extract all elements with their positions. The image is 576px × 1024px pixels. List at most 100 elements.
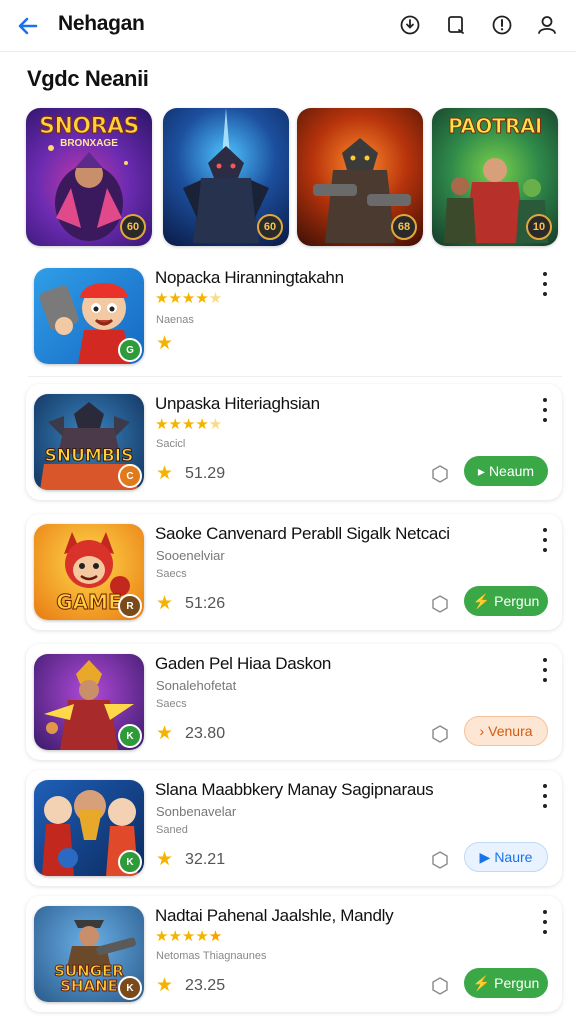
rating-row: ★ 23.25 — [156, 974, 225, 997]
game-thumbnail-badge: G — [118, 338, 142, 362]
hexagon-icon — [432, 465, 448, 483]
rating-value: 51:26 — [185, 594, 226, 612]
game-thumbnail: K — [34, 654, 144, 750]
hexagon-icon — [432, 725, 448, 743]
rating-row: ★ 51.29 — [156, 462, 225, 485]
game-list-item[interactable]: G Nopacka Hiranningtakahn ★★★★★ Naenas ★ — [26, 258, 562, 374]
game-list-item[interactable]: K Slana Maabbkery Manay Sagipnaraus Sonb… — [26, 770, 562, 886]
hexagon-icon — [432, 977, 448, 995]
share-button[interactable] — [430, 464, 450, 484]
rating-row: ★ — [156, 332, 173, 355]
game-title: Nopacka Hiranningtakahn — [155, 268, 344, 287]
game-list-item[interactable]: GAME R Saoke Canvenard Perabll Sigalk Ne… — [26, 514, 562, 630]
star-icon: ★ — [156, 723, 174, 744]
star-icon: ★ — [156, 975, 174, 996]
info-button[interactable] — [487, 10, 517, 40]
star-icon: ★ — [156, 593, 174, 614]
more-options-button[interactable] — [538, 658, 552, 682]
more-options-button[interactable] — [538, 398, 552, 422]
rating-stars: ★★★★★ — [155, 290, 223, 307]
download-icon — [400, 15, 420, 35]
action-button[interactable]: ▶ Naure — [464, 842, 548, 872]
back-button[interactable] — [12, 10, 44, 42]
featured-tile[interactable]: 60 — [163, 108, 289, 246]
game-thumbnail-badge: C — [118, 464, 142, 488]
download-button[interactable] — [395, 10, 425, 40]
more-options-button[interactable] — [538, 910, 552, 934]
game-title: Saoke Canvenard Perabll Sigalk Netcaci — [155, 524, 450, 543]
game-category: Saecs — [156, 698, 187, 710]
section-title: Vgdc Neanii — [27, 66, 149, 91]
star-icon: ★ — [156, 463, 174, 484]
star-icon: ★ — [156, 333, 174, 354]
featured-tile-badge: 60 — [120, 214, 146, 240]
hexagon-icon — [432, 595, 448, 613]
game-subtitle: Sooenelviar — [156, 548, 225, 563]
action-button[interactable]: ⚡ Pergun — [464, 968, 548, 998]
rating-stars: ★★★★★ — [155, 928, 223, 945]
more-options-button[interactable] — [538, 272, 552, 296]
bookmark-button[interactable] — [441, 10, 471, 40]
action-button[interactable]: › Venura — [464, 716, 548, 746]
bolt-icon: ⚡ — [472, 974, 491, 991]
game-title: Slana Maabbkery Manay Sagipnaraus — [155, 780, 434, 799]
rating-value: 32.21 — [185, 850, 226, 868]
share-button[interactable] — [430, 594, 450, 614]
share-button[interactable] — [430, 850, 450, 870]
game-thumbnail-badge: R — [118, 594, 142, 618]
rating-row: ★ 23.80 — [156, 722, 225, 745]
profile-button[interactable] — [532, 10, 562, 40]
game-category: Saecs — [156, 568, 187, 580]
game-list-item[interactable]: SNUMBIS C Unpaska Hiteriaghsian ★★★★★ Sa… — [26, 384, 562, 500]
game-list-item[interactable]: SUNGER SHANE K Nadtai Pahenal Jaalshle, … — [26, 896, 562, 1012]
featured-tile-title: SNORAS — [39, 114, 140, 140]
game-subtitle: Netomas Thiagnaunes — [156, 950, 267, 962]
page-title: Nehagan — [58, 12, 145, 35]
game-thumbnail: SUNGER SHANE K — [34, 906, 144, 1002]
divider — [28, 376, 562, 377]
game-category: Sacicl — [156, 438, 186, 450]
game-thumbnail-badge: K — [118, 976, 142, 1000]
app-bar: Nehagan — [0, 0, 576, 52]
game-title: Nadtai Pahenal Jaalshle, Mandly — [155, 906, 394, 925]
game-thumbnail: K — [34, 780, 144, 876]
share-button[interactable] — [430, 724, 450, 744]
featured-tile[interactable]: PAOTRAI 10 — [432, 108, 558, 246]
featured-tile[interactable]: SNORAS BRONXAGE 60 — [26, 108, 152, 246]
rating-value: 23.80 — [185, 724, 226, 742]
game-list-item[interactable]: K Gaden Pel Hiaa Daskon Sonalehofetat Sa… — [26, 644, 562, 760]
bookmark-icon — [448, 16, 464, 34]
game-thumbnail: GAME R — [34, 524, 144, 620]
game-thumbnail-badge: K — [118, 850, 142, 874]
profile-icon — [538, 16, 556, 34]
chevron-right-icon: › — [479, 723, 485, 739]
play-icon: ▸ — [477, 462, 485, 479]
featured-tile-badge: 60 — [257, 214, 283, 240]
featured-tile-title: PAOTRAI — [448, 114, 543, 139]
rating-value: 51.29 — [185, 464, 226, 482]
action-button[interactable]: ▸ Neaum — [464, 456, 548, 486]
rating-row: ★ 32.21 — [156, 848, 225, 871]
bolt-icon: ⚡ — [472, 592, 491, 609]
game-thumbnail-badge: K — [118, 724, 142, 748]
action-button-label: Pergun — [494, 975, 540, 991]
more-options-button[interactable] — [538, 784, 552, 808]
featured-tile-badge: 10 — [526, 214, 552, 240]
share-button[interactable] — [430, 976, 450, 996]
game-thumbnail: G — [34, 268, 144, 364]
rating-stars: ★★★★★ — [155, 416, 223, 433]
action-button-label: Pergun — [494, 593, 540, 609]
game-title: Unpaska Hiteriaghsian — [155, 394, 320, 413]
game-title: Gaden Pel Hiaa Daskon — [155, 654, 332, 673]
action-button-label: Neaum — [488, 463, 535, 479]
game-category: Saned — [156, 824, 188, 836]
more-options-button[interactable] — [538, 528, 552, 552]
featured-tile[interactable]: 68 — [297, 108, 423, 246]
star-icon: ★ — [156, 849, 174, 870]
action-button[interactable]: ⚡ Pergun — [464, 586, 548, 616]
info-icon — [492, 15, 512, 35]
game-subtitle: Sonbenavelar — [156, 804, 237, 819]
arrow-back-icon — [18, 17, 38, 35]
play-icon: ▶ — [479, 848, 491, 865]
action-button-label: Naure — [494, 849, 533, 865]
